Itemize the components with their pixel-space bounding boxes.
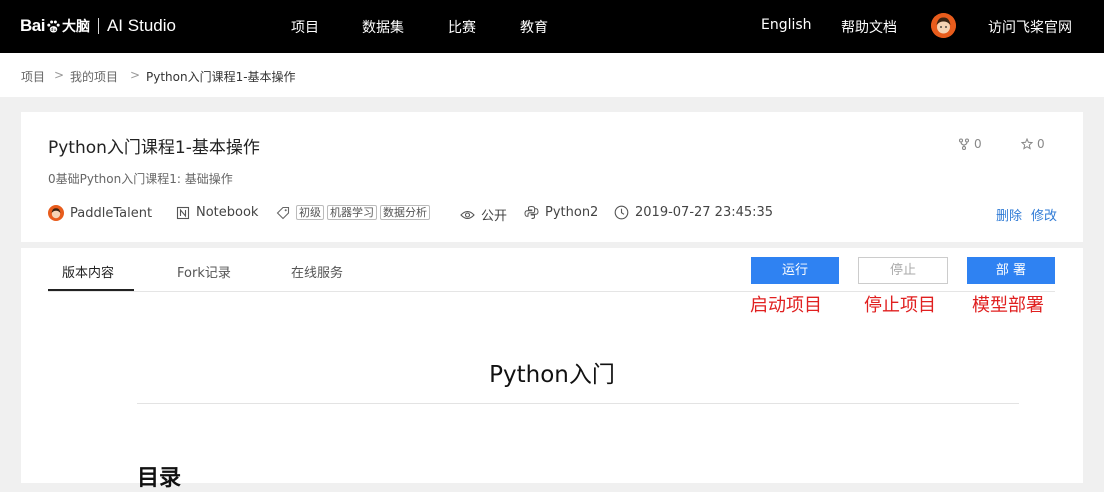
tab-online-services[interactable]: 在线服务 (291, 262, 343, 281)
user-avatar[interactable] (931, 13, 956, 38)
nav-competitions[interactable]: 比赛 (448, 17, 476, 37)
owner-name: PaddleTalent (70, 205, 153, 221)
fork-count: 0 (974, 137, 982, 151)
nav-projects[interactable]: 项目 (291, 17, 319, 37)
tag-icon (276, 206, 290, 219)
top-navbar: Bai du 大脑 AI Studio 项目 数据集 比赛 教育 English… (0, 0, 1104, 53)
project-tags: 初级 机器学习 数据分析 (276, 205, 430, 220)
svg-text:du: du (51, 27, 57, 33)
language-label: Python2 (545, 205, 599, 220)
project-title: Python入门课程1-基本操作 (48, 138, 260, 158)
baidu-ai-studio-logo[interactable]: Bai du 大脑 AI Studio (20, 13, 176, 39)
project-language: Python2 (524, 205, 598, 220)
breadcrumb-my-projects[interactable]: 我的项目 (70, 68, 118, 85)
project-owner[interactable]: PaddleTalent (48, 205, 152, 221)
delete-link[interactable]: 删除 (996, 205, 1022, 224)
annotation-model-deploy: 模型部署 (972, 295, 1044, 316)
logo-dunao-text: 大脑 (61, 19, 90, 35)
star-icon (1021, 138, 1033, 150)
run-button[interactable]: 运行 (751, 257, 839, 284)
language-english-link[interactable]: English (761, 17, 812, 33)
star-count: 0 (1037, 137, 1045, 151)
paw-icon: du (47, 20, 60, 33)
visit-paddle-link[interactable]: 访问飞桨官网 (988, 17, 1072, 37)
deploy-button[interactable]: 部 署 (967, 257, 1055, 284)
nav-datasets[interactable]: 数据集 (362, 17, 404, 37)
fork-stat[interactable]: 0 (958, 137, 982, 151)
tag-machine-learning[interactable]: 机器学习 (327, 205, 377, 220)
edit-link[interactable]: 修改 (1031, 205, 1057, 224)
project-description: 0基础Python入门课程1: 基础操作 (48, 172, 233, 186)
project-type: Notebook (176, 205, 258, 220)
breadcrumb-projects[interactable]: 项目 (21, 68, 45, 85)
logo-divider (97, 18, 99, 34)
user-avatar-icon (931, 13, 956, 38)
tab-version-content[interactable]: 版本内容 (62, 262, 114, 281)
python-icon (524, 205, 539, 219)
project-timestamp: 2019-07-27 23:45:35 (614, 205, 773, 220)
tag-data-analysis[interactable]: 数据分析 (380, 205, 430, 220)
clock-icon (614, 205, 629, 220)
active-tab-indicator (48, 289, 134, 291)
visibility-label: 公开 (481, 209, 508, 224)
tab-fork-records[interactable]: Fork记录 (177, 262, 231, 281)
logo-bai-text: Bai (20, 16, 45, 35)
star-stat[interactable]: 0 (1021, 137, 1045, 151)
stop-button[interactable]: 停止 (858, 257, 948, 284)
notebook-icon (176, 206, 190, 219)
breadcrumb-current: Python入门课程1-基本操作 (146, 70, 296, 84)
owner-avatar-icon (48, 205, 64, 221)
eye-icon (460, 210, 475, 219)
breadcrumb-separator: > (130, 68, 141, 82)
help-docs-link[interactable]: 帮助文档 (841, 17, 897, 37)
nav-education[interactable]: 教育 (520, 17, 548, 37)
project-visibility: 公开 (460, 205, 507, 224)
document-title: Python入门 (489, 362, 615, 388)
tag-beginner[interactable]: 初级 (296, 205, 324, 220)
logo-studio-text: AI Studio (106, 16, 176, 35)
document-toc-heading: 目录 (137, 466, 182, 491)
annotation-start-project: 启动项目 (750, 295, 822, 316)
annotation-stop-project: 停止项目 (864, 295, 936, 316)
fork-icon (958, 138, 970, 150)
timestamp-label: 2019-07-27 23:45:35 (635, 205, 774, 220)
project-type-label: Notebook (196, 205, 259, 220)
document-title-rule (137, 403, 1019, 404)
breadcrumb-separator: > (54, 68, 65, 82)
